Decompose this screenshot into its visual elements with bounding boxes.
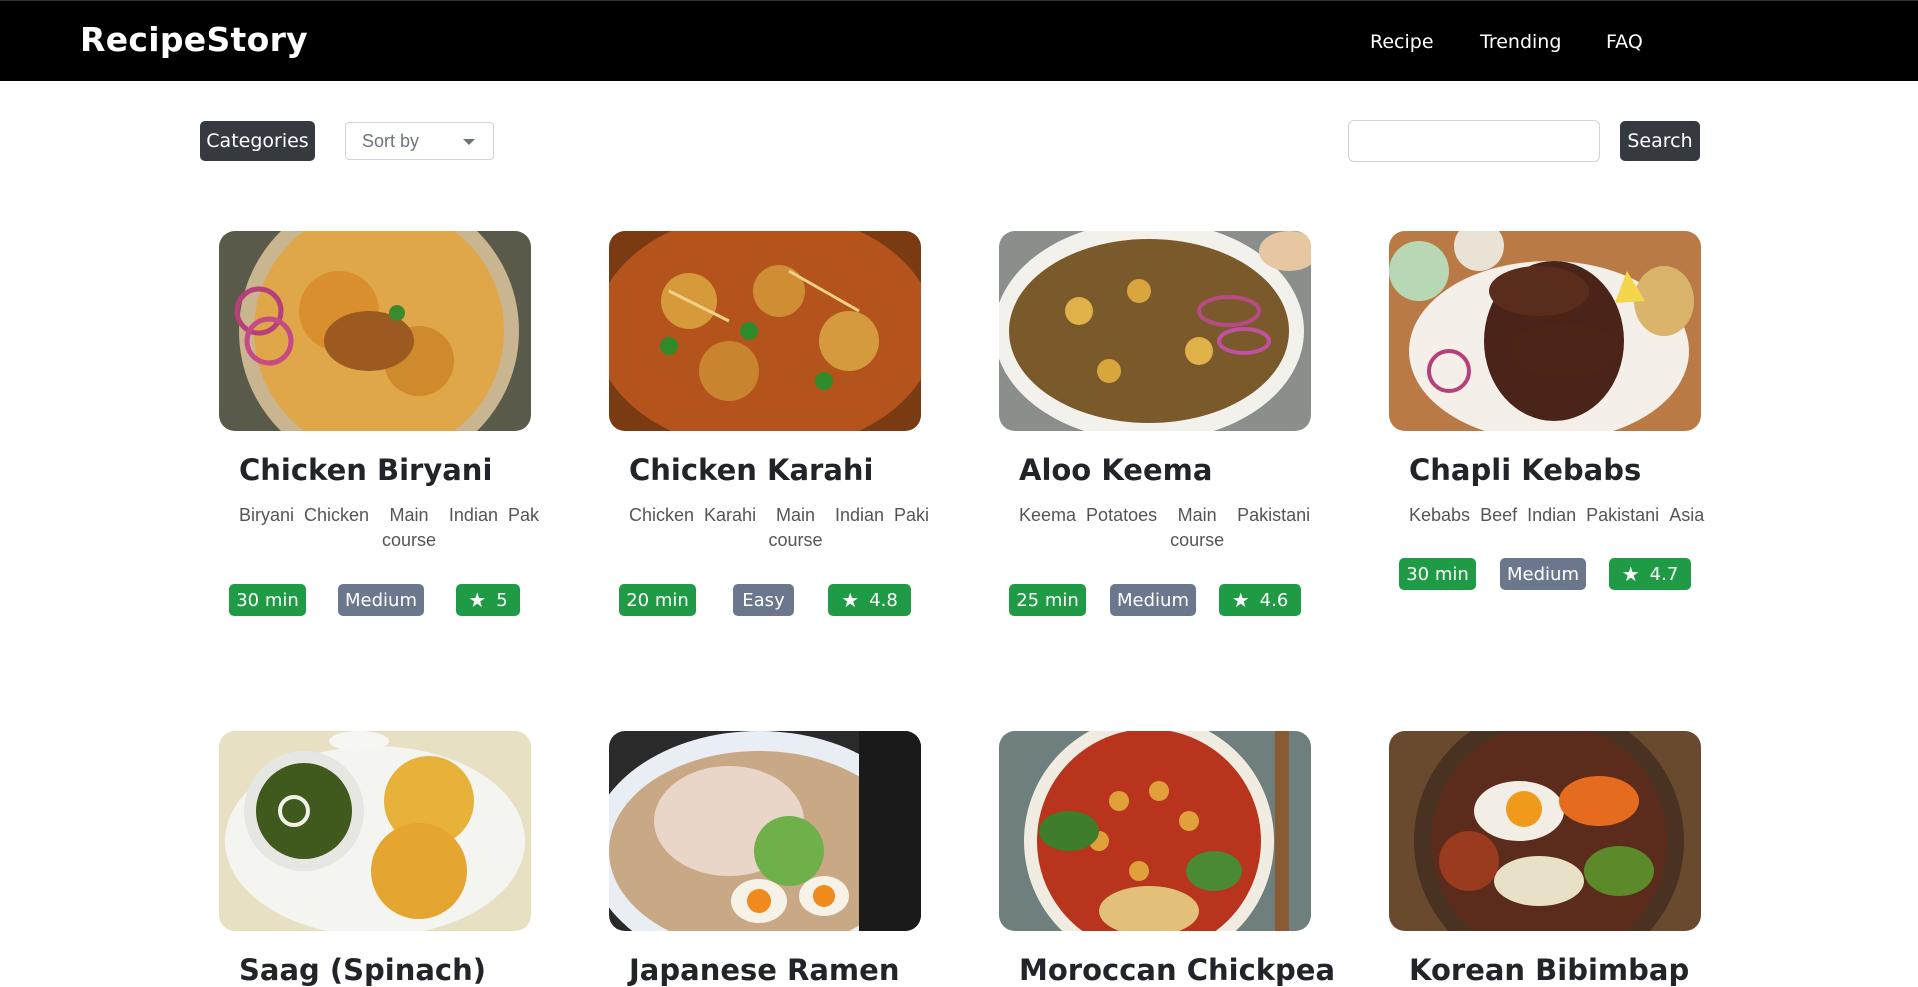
recipe-tag: Chicken	[629, 505, 695, 525]
recipe-image-chapli-kebabs[interactable]	[1389, 231, 1701, 431]
recipe-card[interactable]: Korean Bibimbap	[1389, 731, 1701, 987]
brand-logo[interactable]: RecipeStory	[80, 20, 308, 59]
time-badge: 20 min	[619, 584, 696, 616]
recipe-image-japanese-ramen[interactable]	[609, 731, 921, 931]
recipe-tag: Main course	[768, 505, 823, 550]
recipe-tag: Chicken	[304, 505, 370, 525]
recipe-tag: Indian	[448, 505, 498, 525]
recipe-tag: Pakistani	[1586, 505, 1660, 525]
difficulty-badge: Medium	[338, 584, 424, 616]
recipe-tag: Indian	[834, 505, 884, 525]
recipe-tag: Kebabs	[1409, 505, 1471, 525]
recipe-card[interactable]: Aloo Keema Keema Potatoes Main course Pa…	[999, 231, 1311, 621]
rating-badge: ★ 4.7	[1609, 558, 1691, 590]
rating-badge: ★ 4.6	[1219, 584, 1301, 616]
recipe-title[interactable]: Moroccan Chickpea	[1019, 953, 1335, 987]
time-badge: 30 min	[229, 584, 306, 616]
star-icon: ★	[841, 588, 860, 612]
rating-value: 4.7	[1649, 563, 1679, 585]
categories-button[interactable]: Categories	[200, 121, 315, 161]
time-badge: 30 min	[1399, 558, 1476, 590]
search-button[interactable]: Search	[1620, 121, 1700, 161]
recipe-title[interactable]: Aloo Keema	[1019, 453, 1212, 487]
star-icon: ★	[468, 588, 487, 612]
recipe-image-korean-bibimbap[interactable]	[1389, 731, 1701, 931]
recipe-title[interactable]: Saag (Spinach)	[239, 953, 486, 987]
time-badge: 25 min	[1009, 584, 1086, 616]
recipe-tag: Keema	[1019, 505, 1077, 525]
recipe-title[interactable]: Korean Bibimbap	[1409, 953, 1689, 987]
nav-link-trending[interactable]: Trending	[1480, 31, 1561, 53]
star-icon: ★	[1621, 562, 1640, 586]
recipe-tag: Main course	[381, 505, 436, 550]
recipe-card[interactable]: Chapli Kebabs Kebabs Beef Indian Pakista…	[1389, 231, 1704, 621]
difficulty-badge: Medium	[1110, 584, 1196, 616]
recipe-image-chicken-karahi[interactable]	[609, 231, 921, 431]
recipe-image-aloo-keema[interactable]	[999, 231, 1311, 431]
rating-value: 5	[496, 589, 508, 611]
sort-select-label: Sort by	[362, 131, 420, 151]
recipe-tag: Pak	[507, 505, 539, 525]
recipe-tag: Main course	[1170, 505, 1225, 550]
recipe-tags: Kebabs Beef Indian Pakistani Asia	[1409, 503, 1709, 528]
rating-badge: ★ 4.8	[828, 584, 911, 616]
rating-badge: ★ 5	[456, 584, 520, 616]
recipe-tag: Paki	[893, 505, 929, 525]
search-input[interactable]	[1348, 120, 1600, 162]
recipe-tags: Biryani Chicken Main course Indian Pak	[239, 503, 539, 553]
star-icon: ★	[1231, 588, 1250, 612]
top-navbar: RecipeStory Recipe Trending FAQ	[0, 0, 1918, 81]
recipe-tags: Chicken Karahi Main course Indian Paki	[629, 503, 929, 553]
difficulty-badge: Medium	[1500, 558, 1586, 590]
rating-value: 4.8	[869, 589, 898, 611]
recipe-image-saag[interactable]	[219, 731, 531, 931]
recipe-image-moroccan-chickpea[interactable]	[999, 731, 1311, 931]
nav-link-recipe[interactable]: Recipe	[1370, 31, 1434, 53]
recipe-tag: Indian	[1527, 505, 1577, 525]
nav-link-faq[interactable]: FAQ	[1606, 31, 1643, 53]
recipe-image-chicken-biryani[interactable]	[219, 231, 531, 431]
recipe-card[interactable]: Chicken Biryani Biryani Chicken Main cou…	[219, 231, 539, 621]
recipe-title[interactable]: Chapli Kebabs	[1409, 453, 1641, 487]
chevron-down-icon	[463, 139, 475, 145]
recipe-tag: Pakistani	[1237, 505, 1311, 525]
recipe-tag: Karahi	[704, 505, 757, 525]
recipe-title[interactable]: Chicken Karahi	[629, 453, 873, 487]
recipe-card[interactable]: Japanese Ramen	[609, 731, 921, 987]
recipe-tag: Potatoes	[1086, 505, 1158, 525]
sort-select[interactable]: Sort by	[345, 122, 494, 160]
recipe-tag: Biryani	[239, 505, 295, 525]
recipe-tag: Asia	[1669, 505, 1705, 525]
recipe-card[interactable]: Moroccan Chickpea	[999, 731, 1335, 987]
rating-value: 4.6	[1259, 589, 1289, 611]
recipe-title[interactable]: Japanese Ramen	[629, 953, 899, 987]
recipe-card[interactable]: Chicken Karahi Chicken Karahi Main cours…	[609, 231, 929, 621]
recipe-card[interactable]: Saag (Spinach)	[219, 731, 531, 987]
recipe-title[interactable]: Chicken Biryani	[239, 453, 492, 487]
recipe-tags: Keema Potatoes Main course Pakistani	[1019, 503, 1319, 553]
difficulty-badge: Easy	[733, 584, 794, 616]
recipe-tag: Beef	[1480, 505, 1518, 525]
